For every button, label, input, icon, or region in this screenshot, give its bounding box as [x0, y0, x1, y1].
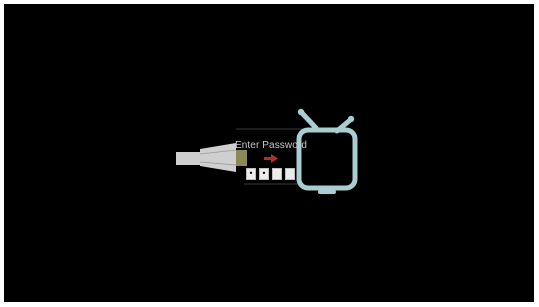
- password-input[interactable]: • •: [246, 168, 295, 180]
- tv-icon: [296, 108, 358, 194]
- connection-graphic: [176, 108, 358, 194]
- password-digit-box[interactable]: [272, 168, 282, 180]
- right-arrow-icon: [264, 154, 278, 163]
- password-digit-box[interactable]: •: [246, 168, 256, 180]
- enter-password-label: Enter Password: [235, 140, 307, 151]
- password-digit-box[interactable]: [285, 168, 295, 180]
- screen: Enter Password • •: [4, 4, 534, 302]
- password-digit-box[interactable]: •: [259, 168, 269, 180]
